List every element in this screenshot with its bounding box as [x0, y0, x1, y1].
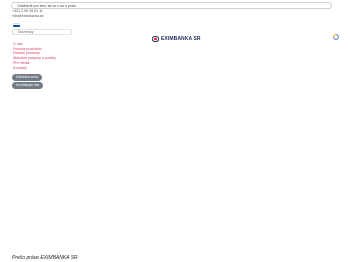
language-select[interactable]: Slovensky: [12, 29, 72, 35]
eximbanka-logo[interactable]: EXIMBANKA SR: [152, 35, 201, 43]
main-navigation: O nás Ponuka produktov Poistné produkty …: [13, 42, 56, 70]
notice-banner: Odděleně pro text, ak vo s sa o portu: [11, 2, 332, 9]
logo-mark-icon: [152, 36, 159, 42]
language-selected-value: Slovensky: [18, 30, 34, 34]
client-zone-button[interactable]: Klientska zóna: [12, 74, 43, 81]
loading-spinner-icon: [333, 27, 339, 40]
nav-item-contacts[interactable]: Kontakty: [13, 66, 56, 71]
slovak-flag-icon[interactable]: [13, 23, 20, 27]
email-link[interactable]: info@eximbanka.sk: [12, 14, 43, 19]
logo-text: EXIMBANKA SR: [161, 36, 201, 42]
section-heading: Prečo práve EXIMBANKA SR: [12, 255, 78, 261]
notice-text: Odděleně pro text, ak vo s sa o portu: [17, 4, 76, 8]
contact-us-button[interactable]: Kontaktujte nás: [12, 82, 44, 89]
